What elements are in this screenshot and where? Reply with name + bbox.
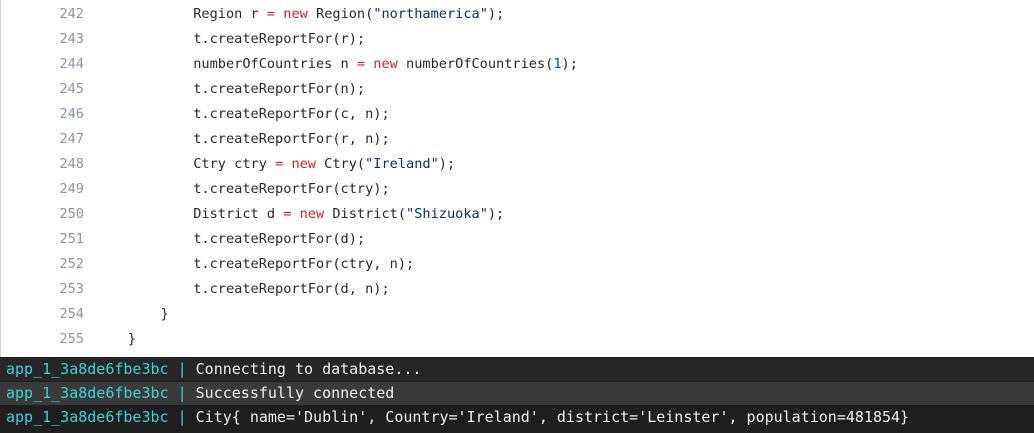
line-number: 255 bbox=[59, 331, 84, 347]
code-line: 254 } bbox=[1, 302, 1034, 327]
log-line: app_1_3a8de6fbe3bc | City{ name='Dublin'… bbox=[0, 406, 1034, 429]
code-text: Region r = new Region("northamerica"); bbox=[193, 6, 505, 22]
line-number: 244 bbox=[59, 56, 84, 72]
code-line: 242 Region r = new Region("northamerica"… bbox=[1, 2, 1034, 27]
log-message: Connecting to database... bbox=[195, 360, 422, 378]
line-number: 242 bbox=[59, 6, 84, 22]
log-line: app_1_3a8de6fbe3bc | Successfully connec… bbox=[0, 382, 1034, 405]
code-text: } bbox=[160, 306, 169, 322]
code-line: 246 t.createReportFor(c, n); bbox=[1, 102, 1034, 127]
code-text: t.createReportFor(n); bbox=[193, 81, 366, 97]
line-number: 250 bbox=[59, 206, 84, 222]
code-line: 251 t.createReportFor(d); bbox=[1, 227, 1034, 252]
code-text: numberOfCountries n = new numberOfCountr… bbox=[193, 56, 578, 72]
code-text: t.createReportFor(d, n); bbox=[193, 281, 390, 297]
code-line: 244 numberOfCountries n = new numberOfCo… bbox=[1, 52, 1034, 77]
code-line: 243 t.createReportFor(r); bbox=[1, 27, 1034, 52]
log-separator: | bbox=[177, 360, 187, 378]
code-line: 245 t.createReportFor(n); bbox=[1, 77, 1034, 102]
code-line: 249 t.createReportFor(ctry); bbox=[1, 177, 1034, 202]
log-line: app_1_3a8de6fbe3bc | Connecting to datab… bbox=[0, 358, 1034, 381]
log-message: Successfully connected bbox=[195, 384, 395, 402]
code-text: t.createReportFor(r, n); bbox=[193, 131, 390, 147]
code-text: t.createReportFor(d); bbox=[193, 231, 366, 247]
terminal-output: app_1_3a8de6fbe3bc | Connecting to datab… bbox=[0, 357, 1034, 433]
service-name: app_1_3a8de6fbe3bc bbox=[6, 360, 169, 378]
line-number: 249 bbox=[59, 181, 84, 197]
code-text: t.createReportFor(c, n); bbox=[193, 106, 390, 122]
service-name: app_1_3a8de6fbe3bc bbox=[6, 408, 169, 426]
line-number: 251 bbox=[59, 231, 84, 247]
code-line: 252 t.createReportFor(ctry, n); bbox=[1, 252, 1034, 277]
code-line: 250 District d = new District("Shizuoka"… bbox=[1, 202, 1034, 227]
log-separator: | bbox=[177, 408, 187, 426]
line-number: 248 bbox=[59, 156, 84, 172]
line-number: 245 bbox=[59, 81, 84, 97]
line-number: 254 bbox=[59, 306, 84, 322]
service-name: app_1_3a8de6fbe3bc bbox=[6, 384, 169, 402]
line-number: 243 bbox=[59, 31, 84, 47]
code-text: Ctry ctry = new Ctry("Ireland"); bbox=[193, 156, 456, 172]
code-line: 247 t.createReportFor(r, n); bbox=[1, 127, 1034, 152]
line-number: 247 bbox=[59, 131, 84, 147]
code-line: 248 Ctry ctry = new Ctry("Ireland"); bbox=[1, 152, 1034, 177]
code-line: 255 } bbox=[1, 327, 1034, 352]
line-number: 246 bbox=[59, 106, 84, 122]
log-message: City{ name='Dublin', Country='Ireland', … bbox=[195, 408, 910, 426]
code-line: 253 t.createReportFor(d, n); bbox=[1, 277, 1034, 302]
code-editor: 242 Region r = new Region("northamerica"… bbox=[0, 0, 1034, 357]
code-text: t.createReportFor(ctry, n); bbox=[193, 256, 415, 272]
line-number: 252 bbox=[59, 256, 84, 272]
code-text: t.createReportFor(r); bbox=[193, 31, 366, 47]
log-separator: | bbox=[177, 384, 187, 402]
code-text: } bbox=[127, 331, 136, 347]
line-number: 253 bbox=[59, 281, 84, 297]
code-text: t.createReportFor(ctry); bbox=[193, 181, 390, 197]
code-text: District d = new District("Shizuoka"); bbox=[193, 206, 505, 222]
